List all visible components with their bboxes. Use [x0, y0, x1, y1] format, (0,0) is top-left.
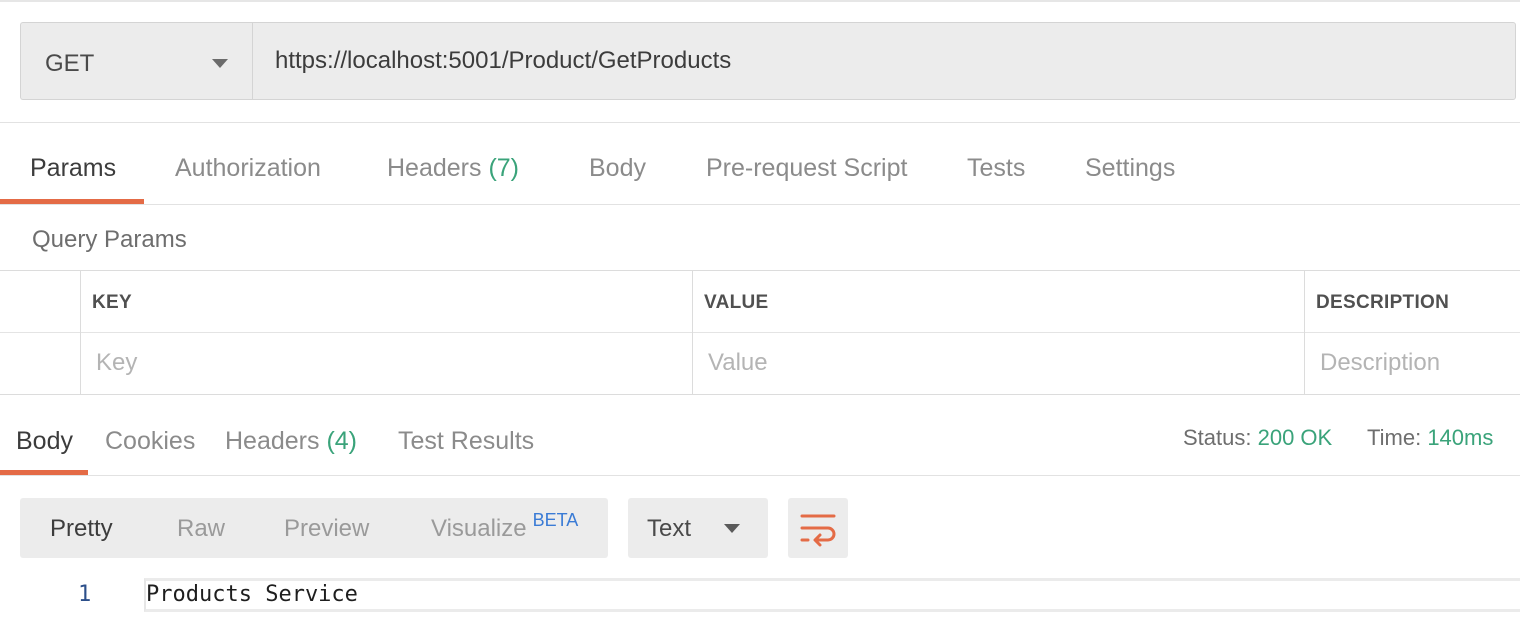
- time-readout: Time: 140ms: [1367, 425, 1494, 450]
- method-label: GET: [45, 50, 95, 77]
- tab-tests[interactable]: Tests: [967, 154, 1025, 183]
- column-header-value: VALUE: [704, 292, 769, 313]
- tab-settings[interactable]: Settings: [1085, 154, 1175, 183]
- chevron-down-icon: [212, 59, 228, 68]
- view-preview-button[interactable]: Preview: [284, 515, 369, 543]
- table-border: [0, 332, 1520, 333]
- wrap-lines-icon: [800, 514, 836, 547]
- line-number: 1: [78, 582, 92, 607]
- column-header-key: KEY: [92, 292, 132, 313]
- tab-headers[interactable]: Headers (7): [387, 154, 519, 183]
- table-column-divider[interactable]: [692, 270, 693, 394]
- status-value: 200 OK: [1257, 425, 1333, 450]
- response-headers-count: (4): [326, 427, 358, 455]
- divider: [0, 204, 1520, 205]
- view-pretty-button[interactable]: Pretty: [50, 515, 113, 543]
- table-column-divider: [80, 270, 81, 394]
- headers-count: (7): [488, 154, 520, 182]
- tab-body[interactable]: Body: [589, 154, 646, 183]
- value-input[interactable]: Value: [708, 349, 768, 377]
- url-input[interactable]: https://localhost:5001/Product/GetProduc…: [252, 22, 1516, 100]
- response-tab-cookies[interactable]: Cookies: [105, 427, 195, 456]
- url-text: https://localhost:5001/Product/GetProduc…: [275, 47, 732, 74]
- wrap-lines-button[interactable]: [788, 498, 848, 558]
- method-dropdown[interactable]: GET: [20, 22, 252, 100]
- response-tab-body[interactable]: Body: [16, 427, 73, 456]
- beta-badge: BETA: [532, 510, 579, 530]
- format-label: Text: [647, 515, 692, 542]
- chevron-down-icon: [724, 524, 740, 533]
- time-value: 140ms: [1427, 425, 1494, 450]
- tab-params[interactable]: Params: [30, 154, 116, 183]
- top-border: [0, 0, 1520, 2]
- divider: [0, 122, 1520, 123]
- key-input[interactable]: Key: [96, 349, 137, 377]
- tab-authorization[interactable]: Authorization: [175, 154, 321, 183]
- column-header-description: DESCRIPTION: [1316, 292, 1450, 313]
- tab-pre-request-script[interactable]: Pre-request Script: [706, 154, 907, 183]
- status-readout: Status: 200 OK: [1183, 425, 1333, 450]
- table-border: [0, 394, 1520, 395]
- response-body-line[interactable]: Products Service: [146, 582, 358, 607]
- table-column-divider[interactable]: [1304, 270, 1305, 394]
- query-params-title: Query Params: [32, 226, 187, 253]
- divider: [0, 475, 1520, 476]
- view-visualize-button[interactable]: Visualize BETA: [431, 510, 578, 543]
- response-tab-headers[interactable]: Headers (4): [225, 427, 357, 456]
- table-border: [0, 270, 1520, 271]
- response-tab-test-results[interactable]: Test Results: [398, 427, 534, 456]
- view-raw-button[interactable]: Raw: [177, 515, 225, 543]
- description-input[interactable]: Description: [1320, 349, 1440, 377]
